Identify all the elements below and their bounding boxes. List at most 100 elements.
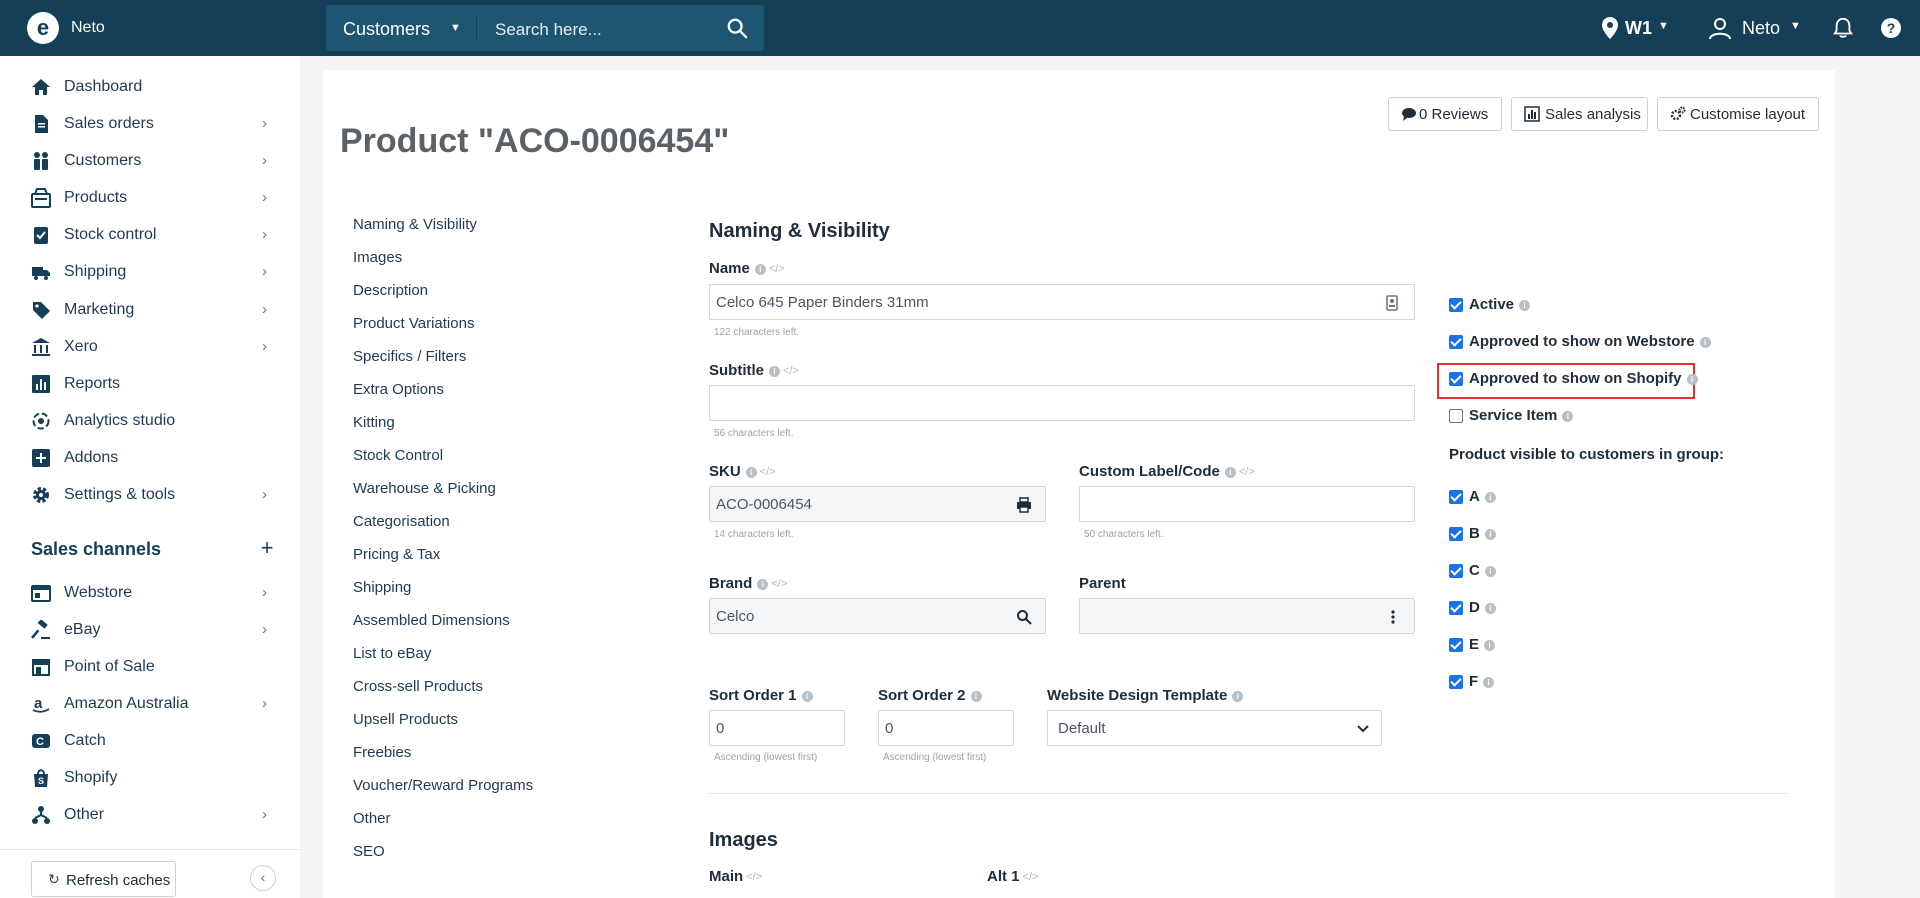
section-link-kitting[interactable]: Kitting: [353, 414, 395, 431]
sidebar-item-marketing[interactable]: Marketing ›: [0, 293, 300, 327]
refresh-caches-button[interactable]: ↻ Refresh caches: [31, 861, 176, 897]
section-link-categorisation[interactable]: Categorisation: [353, 513, 450, 530]
active-checkbox[interactable]: [1449, 298, 1463, 312]
info-icon[interactable]: i: [757, 579, 769, 590]
warehouse-selector[interactable]: W1: [1625, 18, 1652, 39]
sidebar-item-addons[interactable]: Addons: [0, 441, 300, 475]
parent-input[interactable]: [1079, 598, 1371, 634]
sidebar-item-amazon-australia[interactable]: a Amazon Australia ›: [0, 687, 300, 721]
sidebar-item-other[interactable]: Other ›: [0, 798, 300, 832]
section-link-other[interactable]: Other: [353, 810, 391, 827]
sidebar-item-dashboard[interactable]: Dashboard: [0, 70, 300, 104]
sidebar-item-shopify[interactable]: S Shopify: [0, 761, 300, 795]
design-template-select[interactable]: Default: [1047, 710, 1382, 746]
group-c-checkbox[interactable]: [1449, 564, 1463, 578]
info-icon[interactable]: i: [1519, 300, 1531, 311]
sidebar-item-point-of-sale[interactable]: Point of Sale: [0, 650, 300, 684]
sort-order-1-input[interactable]: 0: [709, 710, 845, 746]
caret-down-icon[interactable]: ▼: [1790, 20, 1801, 32]
section-link-shipping[interactable]: Shipping: [353, 579, 411, 596]
info-icon[interactable]: i: [1484, 529, 1496, 540]
sidebar-item-webstore[interactable]: Webstore ›: [0, 576, 300, 610]
caret-down-icon[interactable]: ▼: [1658, 20, 1669, 32]
info-icon[interactable]: i: [801, 691, 813, 702]
info-icon[interactable]: i: [754, 264, 766, 275]
caret-down-icon[interactable]: ▼: [450, 22, 461, 34]
service-item-checkbox[interactable]: [1449, 409, 1463, 423]
group-e-checkbox[interactable]: [1449, 638, 1463, 652]
subtitle-input[interactable]: [709, 385, 1415, 421]
custom-label-input[interactable]: [1079, 486, 1415, 522]
info-icon[interactable]: i: [1224, 467, 1236, 478]
info-icon[interactable]: i: [769, 366, 780, 377]
group-f-checkbox[interactable]: [1449, 675, 1463, 689]
neto-logo[interactable]: e: [27, 12, 59, 44]
info-icon[interactable]: i: [1484, 492, 1496, 503]
info-icon[interactable]: i: [1484, 640, 1496, 651]
section-link-assembled-dimensions[interactable]: Assembled Dimensions: [353, 612, 510, 629]
sort-order-2-input[interactable]: 0: [878, 710, 1014, 746]
sidebar-item-products[interactable]: Products ›: [0, 181, 300, 215]
info-icon[interactable]: i: [1484, 566, 1496, 577]
section-link-stock-control[interactable]: Stock Control: [353, 447, 443, 464]
sidebar-item-shipping[interactable]: Shipping ›: [0, 255, 300, 289]
customise-layout-button[interactable]: Customise layout: [1657, 97, 1819, 131]
reviews-button[interactable]: 0 Reviews: [1388, 97, 1502, 131]
address-card-icon[interactable]: [1386, 295, 1398, 311]
location-pin-icon[interactable]: [1600, 16, 1620, 40]
sidebar-item-reports[interactable]: Reports: [0, 367, 300, 401]
sales-analysis-button[interactable]: Sales analysis: [1511, 97, 1648, 131]
parent-options-button[interactable]: [1370, 598, 1415, 634]
collapse-sidebar-button[interactable]: ‹: [250, 865, 276, 891]
section-link-voucher-reward-programs[interactable]: Voucher/Reward Programs: [353, 777, 533, 794]
group-b-checkbox[interactable]: [1449, 527, 1463, 541]
brand-input[interactable]: Celco: [709, 598, 1002, 634]
sidebar-item-analytics-studio[interactable]: Analytics studio: [0, 404, 300, 438]
sidebar-item-xero[interactable]: Xero ›: [0, 330, 300, 364]
approved-webstore-checkbox[interactable]: [1449, 335, 1463, 349]
info-icon[interactable]: i: [1232, 691, 1244, 702]
brand-search-button[interactable]: [1001, 598, 1046, 634]
user-icon[interactable]: [1708, 16, 1732, 40]
section-link-specifics-filters[interactable]: Specifics / Filters: [353, 348, 466, 365]
section-link-product-variations[interactable]: Product Variations: [353, 315, 474, 332]
search-input[interactable]: Search here...: [495, 20, 602, 40]
approved-shopify-checkbox[interactable]: [1449, 372, 1463, 386]
section-link-images[interactable]: Images: [353, 249, 402, 266]
section-link-pricing-tax[interactable]: Pricing & Tax: [353, 546, 440, 563]
info-icon[interactable]: i: [1484, 603, 1496, 614]
info-icon[interactable]: i: [970, 691, 982, 702]
info-icon[interactable]: i: [745, 467, 757, 478]
sku-input[interactable]: ACO-0006454: [709, 486, 1002, 522]
add-sales-channel-button[interactable]: +: [257, 535, 277, 561]
sidebar-item-sales-orders[interactable]: Sales orders ›: [0, 107, 300, 141]
info-icon[interactable]: i: [1686, 374, 1698, 385]
name-input[interactable]: Celco 645 Paper Binders 31mm: [709, 284, 1415, 320]
section-link-cross-sell-products[interactable]: Cross-sell Products: [353, 678, 483, 695]
help-icon[interactable]: ?: [1881, 18, 1901, 38]
section-link-extra-options[interactable]: Extra Options: [353, 381, 444, 398]
search-type-dropdown[interactable]: Customers: [343, 19, 430, 40]
info-icon[interactable]: i: [1483, 677, 1495, 688]
bell-icon[interactable]: [1832, 17, 1854, 39]
print-barcode-button[interactable]: [1001, 486, 1046, 522]
section-link-seo[interactable]: SEO: [353, 843, 385, 860]
sidebar-item-customers[interactable]: Customers ›: [0, 144, 300, 178]
section-link-description[interactable]: Description: [353, 282, 428, 299]
sidebar-item-catch[interactable]: C Catch: [0, 724, 300, 758]
section-link-freebies[interactable]: Freebies: [353, 744, 411, 761]
sidebar-item-stock-control[interactable]: Stock control ›: [0, 218, 300, 252]
section-link-upsell-products[interactable]: Upsell Products: [353, 711, 458, 728]
info-icon[interactable]: i: [1699, 337, 1711, 348]
section-link-list-to-ebay[interactable]: List to eBay: [353, 645, 431, 662]
user-menu[interactable]: Neto: [1742, 18, 1780, 39]
sidebar-item-settings-tools[interactable]: Settings & tools ›: [0, 478, 300, 512]
group-d-checkbox[interactable]: [1449, 601, 1463, 615]
refresh-icon: ↻: [48, 871, 60, 887]
group-a-checkbox[interactable]: [1449, 490, 1463, 504]
search-icon[interactable]: [726, 17, 748, 39]
section-link-warehouse-picking[interactable]: Warehouse & Picking: [353, 480, 496, 497]
section-link-naming-visibility[interactable]: Naming & Visibility: [353, 216, 477, 233]
info-icon[interactable]: i: [1562, 411, 1574, 422]
sidebar-item-ebay[interactable]: eBay ›: [0, 613, 300, 647]
